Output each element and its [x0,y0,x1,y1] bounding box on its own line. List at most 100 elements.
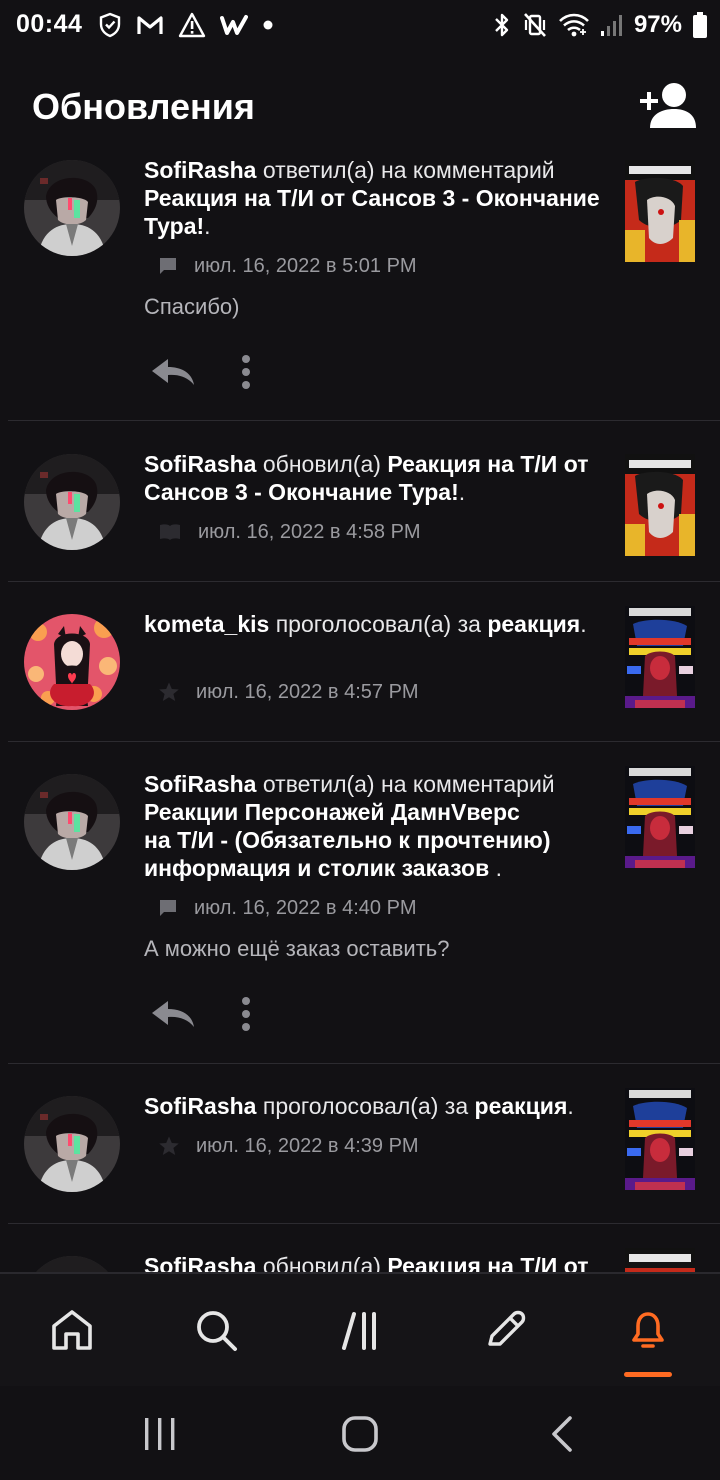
comment-actions [150,994,252,1034]
avatar[interactable] [24,454,120,550]
comment-icon [160,258,176,274]
feed-item-content: SofiRasha ответил(а) на комментарий Реак… [144,156,606,389]
active-tab-indicator [624,1372,672,1377]
book-icon [160,524,180,540]
avatar[interactable] [24,774,120,870]
system-navigation [0,1386,720,1480]
app-header: Обновления [0,62,720,152]
story-cover[interactable] [625,160,695,262]
timestamp: июл. 16, 2022 в 4:58 PM [198,520,421,543]
feed-item-text: SofiRasha проголосовал(а) за реакция. [144,1093,574,1119]
user-link[interactable]: SofiRasha [144,451,256,477]
screen: 00:44 97% Обновления SofiRasha ответил(а… [0,0,720,1480]
feed-item-meta: июл. 16, 2022 в 4:39 PM [158,1132,419,1160]
status-time: 00:44 [16,10,83,38]
story-link[interactable]: реакция [475,1093,568,1119]
nav-library[interactable] [336,1306,384,1354]
nav-write[interactable] [480,1306,528,1354]
reply-icon[interactable] [150,999,196,1029]
avatar[interactable] [24,1256,120,1272]
battery-icon [693,12,707,38]
feed-item[interactable]: SofiRasha проголосовал(а) за реакция. ию… [0,1064,720,1224]
feed-item[interactable]: kometa_kis проголосовал(а) за реакция. и… [0,582,720,742]
write-icon [488,1310,526,1346]
library-icon [342,1312,376,1350]
user-link[interactable]: SofiRasha [144,1093,256,1119]
story-cover[interactable] [625,606,695,708]
nav-search[interactable] [192,1306,240,1354]
feed-item-text: SofiRasha ответил(а) на комментарий Реак… [144,771,555,881]
star-icon [159,1136,179,1155]
signal-icon [600,15,622,36]
story-link[interactable]: Реакция на Т/И от [387,1253,588,1272]
timestamp: июл. 16, 2022 в 5:01 PM [194,254,417,277]
status-system-icons: 97% [492,10,708,40]
user-link[interactable]: kometa_kis [144,611,269,637]
avatar[interactable] [24,160,120,256]
feed-item-content: SofiRasha обновил(а) Реакция на Т/И от С… [144,450,606,543]
back-icon [552,1416,572,1452]
timestamp: июл. 16, 2022 в 4:57 PM [196,680,419,703]
feed-item[interactable]: SofiRasha ответил(а) на комментарий Реак… [0,152,720,422]
story-link[interactable]: Реакция на Т/И от Сансов 3 - Окончание Т… [144,185,600,239]
feed-item[interactable]: SofiRasha обновил(а) Реакция на Т/И от [0,1224,720,1272]
more-options-icon[interactable] [240,354,252,390]
user-link[interactable]: SofiRasha [144,157,256,183]
avatar[interactable] [24,614,120,710]
dot-icon [263,20,273,30]
search-icon [197,1311,237,1351]
feed-item-content: SofiRasha ответил(а) на комментарий Реак… [144,770,614,1031]
feed-item-content: SofiRasha обновил(а) Реакция на Т/И от [144,1252,606,1272]
battery-percent: 97% [633,11,682,38]
story-cover[interactable] [625,1248,695,1272]
divider [8,420,720,421]
wifi-icon [559,13,589,37]
feed-item-text: SofiRasha обновил(а) Реакция на Т/И от [144,1252,606,1272]
feed-item-content: kometa_kis проголосовал(а) за реакция. и… [144,610,606,703]
page-title: Обновления [32,86,255,127]
comment-actions [150,352,252,392]
reply-icon[interactable] [150,357,196,387]
feed-item-content: SofiRasha проголосовал(а) за реакция. ию… [144,1092,606,1157]
add-person-icon [640,83,696,128]
status-bar: 00:44 97% [0,0,720,52]
timestamp: июл. 16, 2022 в 4:40 PM [194,896,417,919]
recent-apps-icon [145,1418,175,1450]
warning-icon [178,12,206,38]
story-link-line[interactable]: информация и столик заказов [144,855,489,881]
story-link-line[interactable]: на Т/И - (Обязательно к прочтению) [144,827,550,853]
story-link[interactable]: реакция [487,611,580,637]
story-cover[interactable] [625,766,695,868]
user-link[interactable]: SofiRasha [144,771,256,797]
story-cover[interactable] [625,1088,695,1190]
feed-item-meta: июл. 16, 2022 в 4:40 PM [158,894,417,922]
recent-apps-button[interactable] [140,1414,180,1454]
notifications-icon [632,1312,664,1348]
story-link-line[interactable]: Реакции Персонажей ДамнVверс [144,799,520,825]
nav-notifications[interactable] [624,1306,672,1354]
feed-item[interactable]: SofiRasha ответил(а) на комментарий Реак… [0,742,720,1064]
feed-item-text: kometa_kis проголосовал(а) за реакция. [144,611,587,637]
star-icon [159,682,179,701]
home-system-button[interactable] [340,1414,380,1454]
feed-item-meta: июл. 16, 2022 в 5:01 PM [158,252,417,280]
timestamp: июл. 16, 2022 в 4:39 PM [196,1134,419,1157]
bluetooth-icon [495,13,509,37]
feed-item-text: SofiRasha обновил(а) Реакция на Т/И от С… [144,451,589,505]
back-button[interactable] [542,1414,582,1454]
nav-home[interactable] [48,1306,96,1354]
updates-feed: SofiRasha ответил(а) на комментарий Реак… [0,152,720,1272]
user-link[interactable]: SofiRasha [144,1253,256,1272]
feed-item[interactable]: SofiRasha обновил(а) Реакция на Т/И от С… [0,422,720,582]
add-friend-button[interactable] [638,80,698,132]
feed-item-meta: июл. 16, 2022 в 4:57 PM [158,678,419,706]
home-circle-icon [342,1416,378,1452]
feed-item-meta: июл. 16, 2022 в 4:58 PM [158,518,421,546]
home-icon [52,1310,92,1350]
more-options-icon[interactable] [240,996,252,1032]
feed-item-text: SofiRasha ответил(а) на комментарий Реак… [144,157,600,239]
story-cover[interactable] [625,454,695,556]
avatar[interactable] [24,1096,120,1192]
wattpad-icon [220,15,248,35]
comment-text: А можно ещё заказ оставить? [144,936,450,961]
